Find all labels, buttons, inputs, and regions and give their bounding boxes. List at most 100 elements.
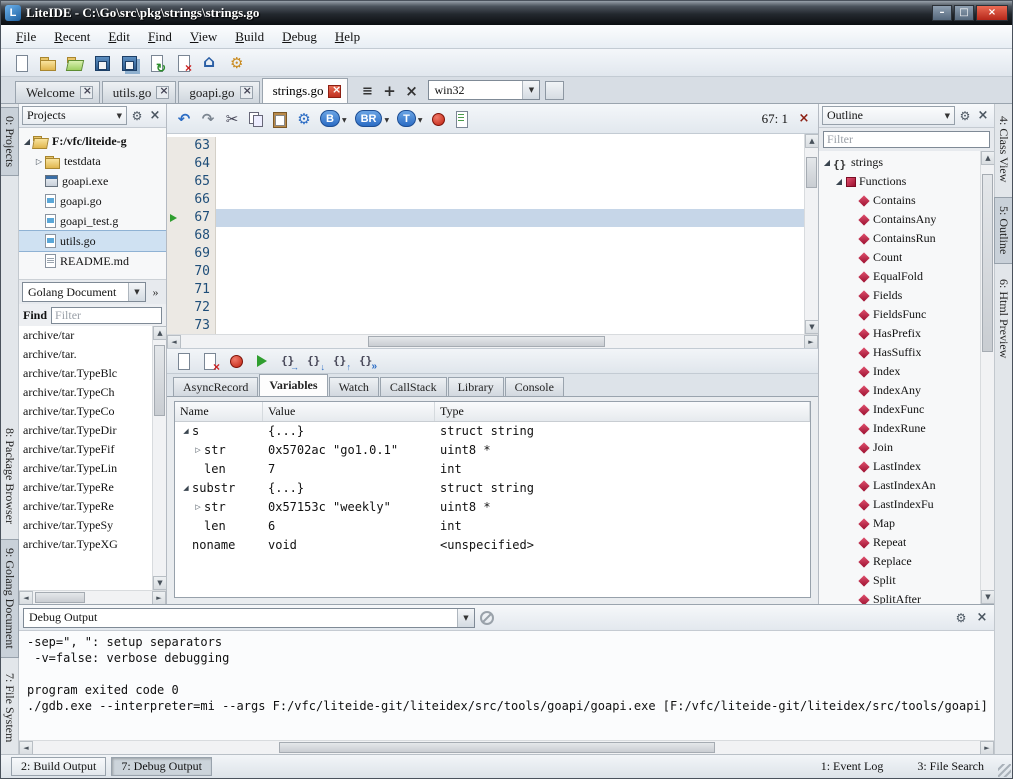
editor-toolbar-button[interactable]	[197, 108, 219, 130]
outline-item[interactable]: LastIndex	[819, 457, 980, 476]
gear-icon[interactable]	[129, 108, 145, 124]
status-panel-button[interactable]: 7: Debug Output	[111, 757, 212, 776]
scroll-left-icon[interactable]: ◄	[167, 335, 181, 349]
outline-item[interactable]: Index	[819, 362, 980, 381]
outline-item[interactable]: Repeat	[819, 533, 980, 552]
expander-icon[interactable]	[192, 498, 204, 517]
doc-list-item[interactable]: archive/tar.TypeFif	[19, 440, 152, 459]
toolbar-button[interactable]	[9, 51, 33, 75]
debug-marker-gutter[interactable]	[167, 263, 180, 281]
outline-item[interactable]: ContainsAny	[819, 210, 980, 229]
project-tree-item[interactable]: goapi_test.g	[19, 211, 166, 231]
editor-vscrollbar[interactable]: ▲ ▼	[804, 134, 818, 334]
variable-row[interactable]: substr {...} struct string	[175, 479, 810, 498]
document-view-combobox[interactable]: Golang Document	[22, 282, 146, 302]
dock-tab[interactable]: 8: Package Browser	[0, 419, 19, 533]
outline-item[interactable]: IndexAny	[819, 381, 980, 400]
debug-toolbar-button[interactable]	[225, 350, 247, 372]
variable-row[interactable]: len 7 int	[175, 460, 810, 479]
column-header[interactable]: Type	[435, 402, 810, 421]
column-header[interactable]: Name	[175, 402, 263, 421]
dropdown-caret-icon[interactable]	[384, 111, 389, 126]
scroll-down-icon[interactable]: ▼	[805, 320, 819, 334]
editor-tab[interactable]: utils.go	[102, 81, 177, 103]
file-list-menu-icon[interactable]	[358, 82, 376, 100]
outline-item[interactable]: HasSuffix	[819, 343, 980, 362]
doc-filter-input[interactable]	[51, 307, 162, 324]
status-panel-button[interactable]: 3: File Search	[917, 759, 984, 774]
editor-toolbar-button[interactable]	[269, 108, 291, 130]
toolbar-button[interactable]	[36, 51, 60, 75]
dock-tab[interactable]: 7: File System	[0, 664, 19, 751]
debug-marker-gutter[interactable]	[167, 209, 180, 227]
debug-marker-gutter[interactable]	[167, 137, 180, 155]
outline-filter-input[interactable]	[823, 131, 990, 148]
debug-output-text[interactable]: -sep=", ": setup separators -v=false: ve…	[19, 631, 994, 740]
doc-list-item[interactable]: archive/tar.TypeLin	[19, 459, 152, 478]
dropdown-caret-icon[interactable]	[342, 111, 347, 126]
editor-toolbar-button[interactable]	[173, 108, 195, 130]
doc-list-item[interactable]: archive/tar.	[19, 345, 152, 364]
outline-item[interactable]: ContainsRun	[819, 229, 980, 248]
doc-list-vscrollbar[interactable]: ▲ ▼	[152, 326, 166, 590]
variable-row[interactable]: str 0x5702ac "go1.0.1" uint8 *	[175, 441, 810, 460]
gear-icon[interactable]	[957, 108, 973, 124]
new-tab-icon[interactable]	[380, 82, 398, 100]
expander-icon[interactable]	[180, 422, 192, 441]
toolbar-button[interactable]	[117, 51, 141, 75]
outline-item[interactable]: Fields	[819, 286, 980, 305]
scroll-down-icon[interactable]: ▼	[981, 590, 995, 604]
gear-icon[interactable]	[953, 610, 969, 626]
scroll-up-icon[interactable]: ▲	[805, 134, 819, 148]
project-tree-item[interactable]: utils.go	[19, 231, 166, 251]
menu-item[interactable]: Build	[226, 27, 273, 47]
menu-item[interactable]: Find	[139, 27, 181, 47]
debug-marker-gutter[interactable]	[167, 317, 180, 334]
menu-item[interactable]: File	[7, 27, 45, 47]
editor-hscrollbar[interactable]: ◄ ►	[167, 334, 818, 348]
menu-item[interactable]: Help	[326, 27, 369, 47]
outline-item[interactable]: Join	[819, 438, 980, 457]
scroll-right-icon[interactable]: ►	[980, 741, 994, 755]
output-hscrollbar[interactable]: ◄ ►	[19, 740, 994, 754]
expander-icon[interactable]	[21, 137, 33, 146]
build-action-button[interactable]: B	[317, 108, 350, 130]
editor-toolbar-button[interactable]	[221, 108, 243, 130]
scroll-up-icon[interactable]: ▲	[153, 326, 167, 340]
close-panel-icon[interactable]	[974, 610, 990, 626]
debug-tab[interactable]: AsyncRecord	[173, 377, 258, 396]
outline-item[interactable]: Map	[819, 514, 980, 533]
outline-item[interactable]: Count	[819, 248, 980, 267]
variable-row[interactable]: str 0x57153c "weekly" uint8 *	[175, 498, 810, 517]
doc-list-item[interactable]: archive/tar.TypeCh	[19, 383, 152, 402]
outline-item[interactable]: SplitAfter	[819, 590, 980, 604]
combo-arrow-icon[interactable]	[457, 609, 474, 627]
debug-marker-gutter[interactable]	[167, 227, 180, 245]
doc-list-item[interactable]: archive/tar	[19, 326, 152, 345]
project-tree-item[interactable]: F:/vfc/liteide-g	[19, 131, 166, 151]
code-editor[interactable]: 63 } 64	[167, 134, 804, 334]
outline-item[interactable]: Split	[819, 571, 980, 590]
target-options-button[interactable]	[545, 81, 564, 100]
debug-toolbar-button[interactable]	[303, 350, 325, 372]
chevron-more-icon[interactable]	[148, 283, 163, 301]
status-panel-button[interactable]: 2: Build Output	[11, 757, 106, 776]
tab-close-icon[interactable]	[80, 86, 93, 99]
variable-row[interactable]: len 6 int	[175, 517, 810, 536]
debug-tab[interactable]: Watch	[329, 377, 379, 396]
debug-toolbar-button[interactable]	[355, 350, 377, 372]
outline-item[interactable]: IndexRune	[819, 419, 980, 438]
debug-toolbar-button[interactable]	[329, 350, 351, 372]
project-tree-item[interactable]: goapi.go	[19, 191, 166, 211]
toolbar-button[interactable]	[63, 51, 87, 75]
outline-item[interactable]: strings	[819, 153, 980, 172]
scroll-right-icon[interactable]: ►	[804, 335, 818, 349]
build-action-button[interactable]: T	[394, 108, 425, 130]
output-selector-combobox[interactable]: Debug Output	[23, 608, 475, 628]
doc-list-item[interactable]: archive/tar.TypeXG	[19, 535, 152, 554]
target-combobox[interactable]: win32	[428, 80, 540, 100]
debug-marker-gutter[interactable]	[167, 245, 180, 263]
toolbar-button[interactable]	[225, 51, 249, 75]
outline-item[interactable]: Contains	[819, 191, 980, 210]
debug-toolbar-button[interactable]	[173, 350, 195, 372]
